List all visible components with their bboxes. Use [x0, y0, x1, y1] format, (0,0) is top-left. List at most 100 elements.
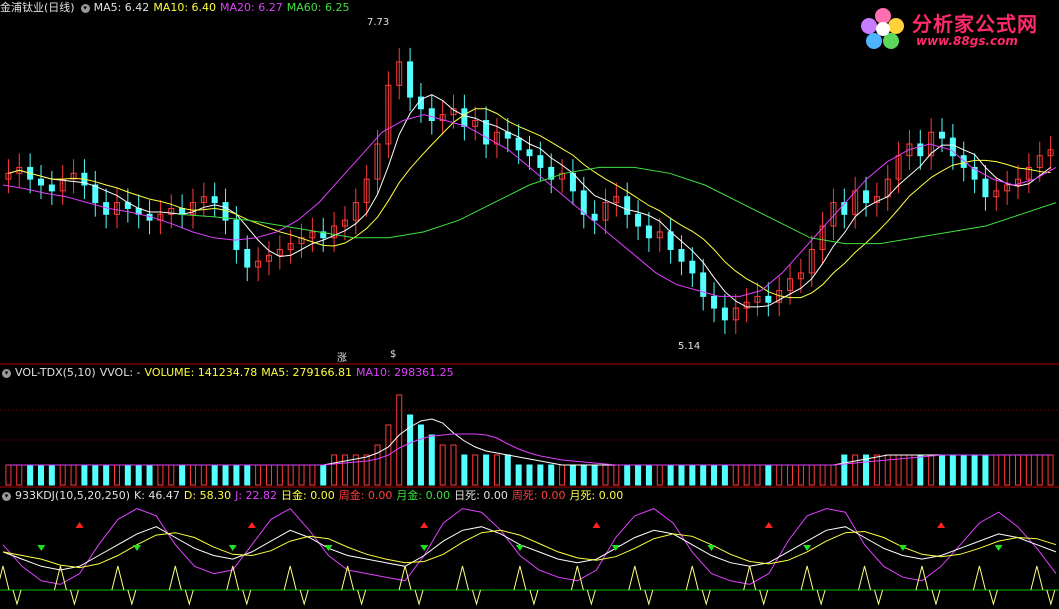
volume-bar: [830, 464, 837, 486]
kdj-spike: [0, 565, 10, 591]
volume-bar: [1036, 454, 1043, 486]
volume-bar: [428, 434, 435, 486]
volume-bar: [1004, 454, 1011, 486]
candle-body: [689, 260, 696, 274]
volume-bar: [113, 464, 120, 486]
kdj-down-spike: [472, 589, 481, 606]
s-marker: $: [390, 349, 397, 360]
volume-bar: [613, 464, 620, 486]
volume-bar: [298, 464, 305, 486]
volume-bar: [537, 464, 544, 486]
kdj-header: ▾ 933KDJ(10,5,20,250) K: 46.47 D: 58.30 J: 2…: [0, 489, 627, 503]
flower-logo-icon: [861, 8, 904, 49]
volume-header: ▾ VOL-TDX(5,10) VVOL: - VOLUME: 141234.78 MA…: [0, 366, 458, 380]
volume-value: VOLUME: 141234.78: [144, 366, 258, 379]
candle-body: [624, 196, 631, 215]
ma5-value: MA5: 6.42: [93, 1, 150, 14]
volume-bar: [906, 454, 913, 486]
volume-bar: [265, 464, 272, 486]
ma20-value: MA20: 6.27: [220, 1, 283, 14]
stock-title[interactable]: 金浦钛业(日线): [0, 1, 75, 14]
kdj-down-spike: [644, 589, 654, 606]
volume-bar: [982, 454, 989, 486]
volume-bar: [808, 464, 815, 486]
vol-indicator[interactable]: VOL-TDX(5,10): [15, 366, 96, 379]
candle-body: [765, 295, 772, 303]
candle-body: [37, 178, 44, 186]
kdj-j-line: [2, 507, 1057, 585]
watermark-title: 分析家公式网: [912, 12, 1038, 36]
buy-arrow-icon: [37, 545, 46, 551]
volume-bar: [765, 464, 772, 486]
kdj-spike: [283, 565, 297, 591]
volume-bar: [189, 464, 196, 486]
sell-arrow-icon: [75, 522, 84, 528]
candle-body: [244, 248, 251, 268]
yuesi-value: 月死: 0.00: [569, 489, 624, 502]
buy-arrow-icon: [994, 545, 1003, 551]
zhoujin-value: 周金: 0.00: [338, 489, 393, 502]
watermark-url: www.88gs.com: [916, 34, 1018, 48]
kdj-down-spike: [184, 589, 194, 606]
candle-body: [721, 307, 728, 321]
candle-body: [711, 295, 718, 309]
volume-bar: [852, 454, 859, 486]
volume-bar: [309, 464, 316, 486]
volume-bar: [689, 464, 696, 486]
candle-body: [537, 155, 544, 168]
kdj-down-spike: [586, 589, 596, 606]
candle-body: [645, 225, 652, 239]
collapse-icon[interactable]: ▾: [2, 491, 11, 501]
kdj-spike: [628, 565, 642, 591]
kdj-down-spike: [759, 589, 769, 606]
vol-ma5-line: [8, 418, 1051, 466]
collapse-icon[interactable]: ▾: [80, 3, 90, 13]
vol-ma10-line: [8, 433, 1051, 466]
volume-bar: [211, 464, 218, 486]
volume-bar: [16, 464, 23, 486]
volume-bar: [59, 464, 66, 486]
kdj-spike: [1030, 565, 1044, 591]
volume-bar: [667, 464, 674, 486]
kdj-down-spike: [701, 589, 711, 606]
collapse-icon[interactable]: ▾: [2, 368, 11, 378]
volume-bar: [70, 464, 77, 486]
volume-bar: [276, 464, 283, 486]
volume-bar: [146, 464, 153, 486]
volume-bar: [179, 464, 186, 486]
volume-bar: [168, 464, 175, 486]
volume-bar: [971, 454, 978, 486]
volume-bar: [48, 464, 55, 486]
volume-bar: [135, 464, 142, 486]
volume-bar: [233, 464, 240, 486]
volume-bar: [222, 464, 229, 486]
volume-bar: [331, 454, 338, 486]
buy-arrow-icon: [324, 545, 333, 551]
volume-bar: [732, 464, 739, 486]
volume-bar: [472, 454, 479, 486]
volume-bar: [841, 454, 848, 486]
volume-bar: [341, 454, 348, 486]
candle-body: [515, 137, 522, 151]
volume-bar: [103, 464, 110, 486]
rijin-value: 日金: 0.00: [281, 489, 335, 502]
volume-bar: [92, 464, 99, 486]
kdj-down-spike: [874, 589, 884, 606]
volume-bar: [363, 454, 370, 486]
kdj-down-spike: [69, 589, 79, 606]
candlestick-area: [2, 47, 1057, 334]
volume-bar: [1015, 454, 1022, 486]
stock-chart[interactable]: [0, 0, 1059, 609]
candle-body: [863, 190, 870, 204]
kdj-spike: [972, 565, 986, 591]
kdj-indicator[interactable]: 933KDJ(10,5,20,250): [15, 489, 130, 502]
volume-bar: [515, 464, 522, 486]
kdj-down-spike: [816, 589, 826, 606]
volume-bar: [797, 464, 804, 486]
volume-bar: [569, 464, 576, 486]
volume-bar: [928, 454, 935, 486]
volume-bar: [255, 464, 262, 486]
buy-arrow-icon: [515, 545, 524, 551]
watermark-logo: 分析家公式网 www.88gs.com: [858, 4, 1058, 54]
kdj-spike: [111, 565, 125, 591]
